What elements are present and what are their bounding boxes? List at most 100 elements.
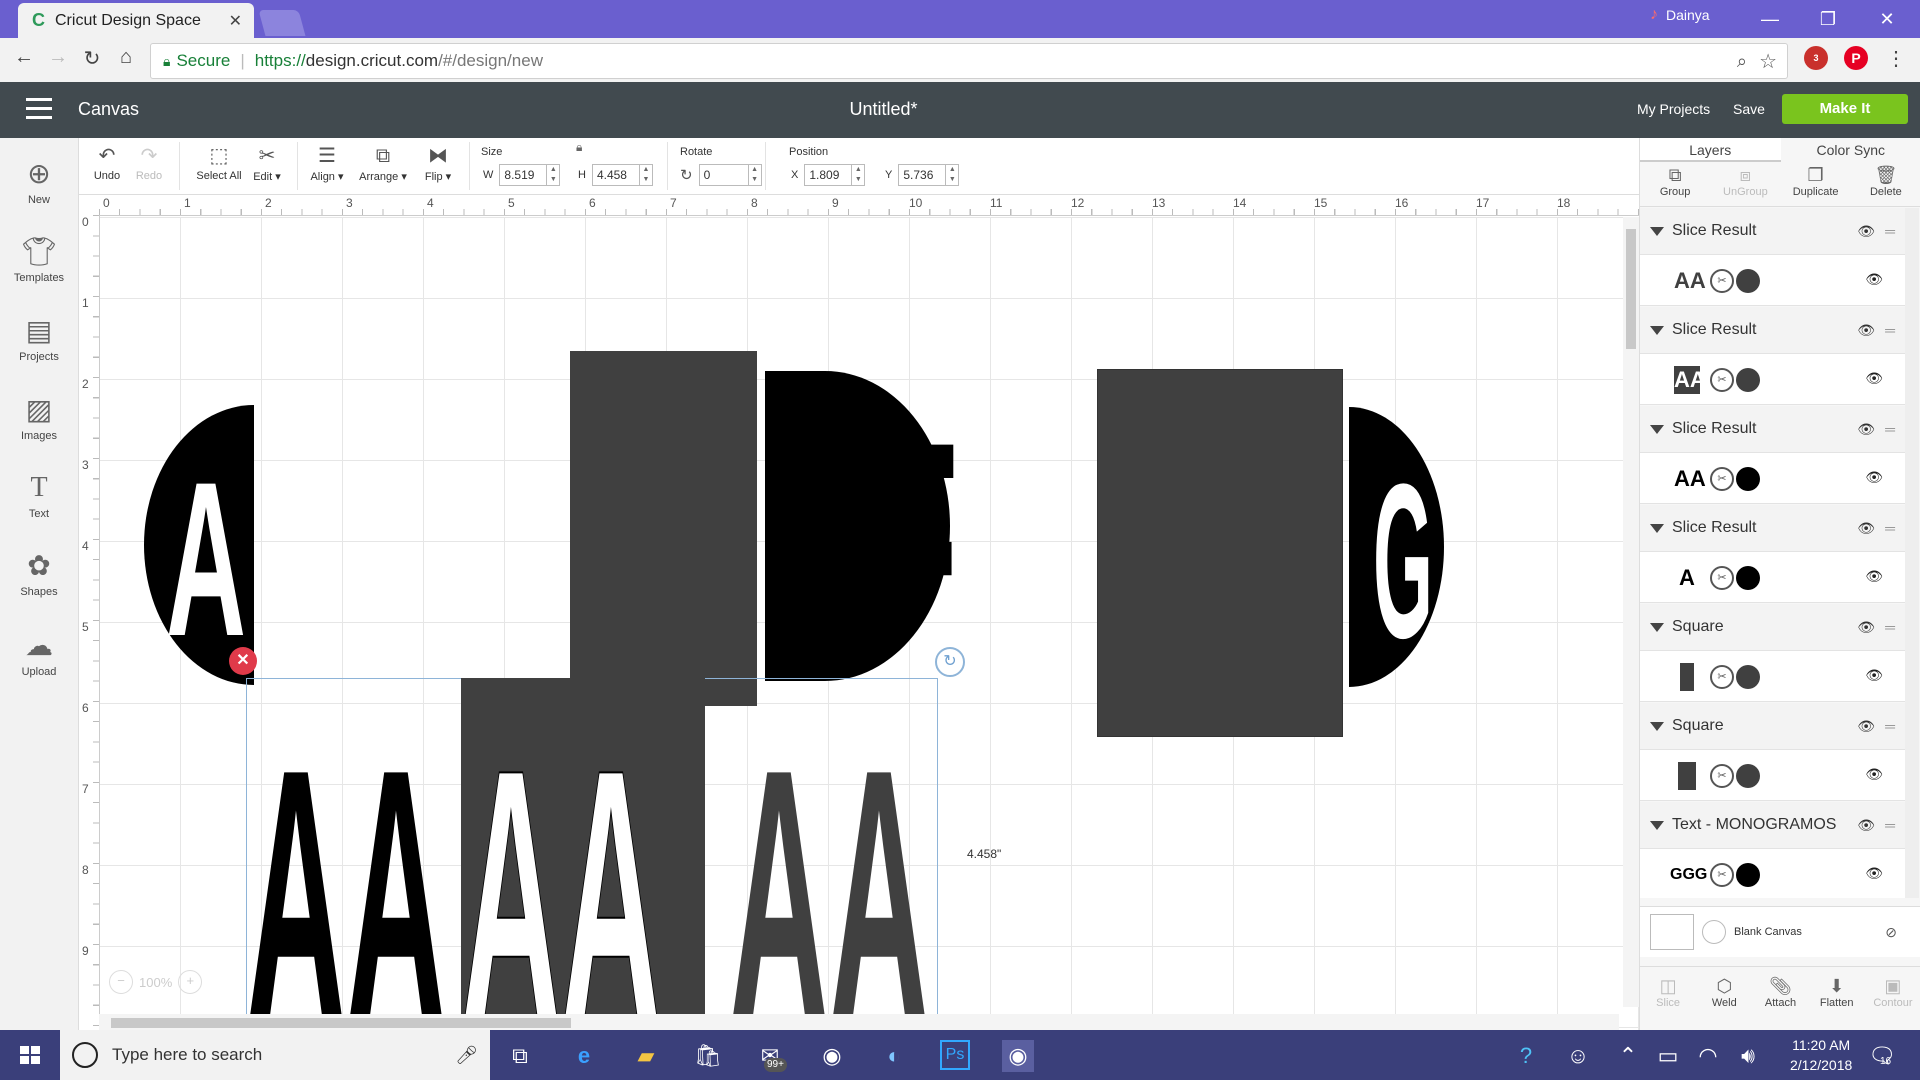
canvas-color-picker[interactable] (1702, 920, 1726, 944)
horizontal-scrollbar[interactable] (99, 1014, 1619, 1030)
square-shape[interactable] (1097, 369, 1343, 737)
new-tab-button[interactable] (259, 10, 306, 36)
group-button[interactable]: ⧉Group (1640, 164, 1710, 206)
bookmark-star-icon[interactable]: ☆ (1759, 49, 1777, 74)
x-input[interactable]: 1.809 (804, 164, 852, 186)
scissors-icon[interactable]: ✂ (1710, 368, 1734, 392)
adblock-extension-icon[interactable]: 3 (1804, 46, 1828, 70)
scissors-icon[interactable]: ✂ (1710, 467, 1734, 491)
eye-icon[interactable]: 👁︎ (1865, 568, 1883, 585)
design-canvas[interactable]: 0 1 2 3 4 5 6 7 8 9 10 11 12 13 14 15 16… (79, 195, 1639, 1030)
app-icon[interactable]: ◐ (878, 1040, 910, 1072)
x-stepper[interactable]: ▲▼ (852, 164, 865, 186)
drag-handle-icon[interactable]: ═ (1885, 520, 1895, 536)
duplicate-button[interactable]: ❐Duplicate (1781, 164, 1851, 206)
rotate-handle-icon[interactable]: ↻ (935, 647, 965, 677)
eye-icon[interactable]: 👁︎ (1865, 766, 1883, 783)
scrollbar-thumb[interactable] (111, 1018, 571, 1028)
flip-menu-button[interactable]: ⧓ Flip ▾ (417, 144, 459, 183)
eye-icon[interactable]: 👁︎ (1857, 520, 1875, 537)
wifi-icon[interactable]: ◠ (1692, 1040, 1724, 1072)
width-input[interactable]: 8.519 (499, 164, 547, 186)
microphone-icon[interactable]: 🎤︎ (455, 1045, 478, 1066)
layer-item[interactable]: Square👁︎═ ✂👁︎ (1640, 604, 1905, 702)
eye-icon[interactable]: 👁︎ (1857, 322, 1875, 339)
browser-menu-icon[interactable]: ⋮ (1882, 46, 1910, 71)
drag-handle-icon[interactable]: ═ (1885, 817, 1895, 833)
minimize-icon[interactable]: — (1745, 4, 1795, 34)
zoom-out-icon[interactable]: − (109, 970, 133, 994)
layer-item[interactable]: Slice Result👁︎═ AA✂👁︎ (1640, 406, 1905, 504)
save-button[interactable]: Save (1733, 101, 1765, 117)
blank-canvas-row[interactable]: Blank Canvas ⊘ (1640, 906, 1920, 957)
pinterest-extension-icon[interactable]: P (1844, 46, 1868, 70)
scissors-icon[interactable]: ✂ (1710, 566, 1734, 590)
notifications-icon[interactable]: 🗨︎ 16 (1866, 1040, 1898, 1072)
rotate-input[interactable]: 0 (699, 164, 749, 186)
layer-item[interactable]: Square👁︎═ ✂👁︎ (1640, 703, 1905, 801)
sidebar-item-projects[interactable]: ▤ Projects (0, 313, 78, 363)
photoshop-icon[interactable]: Ps (940, 1040, 970, 1070)
monogram-aa-white[interactable]: AA (461, 700, 671, 1030)
system-clock[interactable]: 11:20 AM 2/12/2018 (1790, 1035, 1852, 1075)
color-swatch[interactable] (1736, 566, 1760, 590)
back-icon[interactable]: ← (10, 46, 38, 69)
height-stepper[interactable]: ▲▼ (640, 164, 653, 186)
store-icon[interactable]: 🛍︎ (692, 1040, 724, 1072)
color-swatch[interactable] (1736, 764, 1760, 788)
color-swatch[interactable] (1736, 467, 1760, 491)
layer-item[interactable]: Slice Result👁︎═ AA✂👁︎ (1640, 208, 1905, 306)
mail-icon[interactable]: ✉ 99+ (754, 1040, 786, 1072)
monogram-aa-gray[interactable]: AA (729, 700, 939, 1030)
taskbar-search-input[interactable]: Type here to search 🎤︎ (60, 1030, 490, 1080)
scrollbar-thumb[interactable] (1626, 229, 1636, 349)
scissors-icon[interactable]: ✂ (1710, 269, 1734, 293)
profile-button[interactable]: ♪ Dainya (1650, 6, 1710, 24)
edge-browser-icon[interactable]: e (568, 1040, 600, 1072)
monogram-ff[interactable]: FF (765, 371, 1045, 681)
scissors-icon[interactable]: ✂ (1710, 665, 1734, 689)
flatten-button[interactable]: ⬇Flatten (1809, 967, 1865, 1029)
drag-handle-icon[interactable]: ═ (1885, 421, 1895, 437)
y-input[interactable]: 5.736 (898, 164, 946, 186)
vertical-scrollbar[interactable] (1623, 217, 1639, 1007)
eye-icon[interactable]: 👁︎ (1865, 271, 1883, 288)
attach-button[interactable]: 📎︎Attach (1752, 967, 1808, 1029)
eye-icon[interactable]: 👁︎ (1865, 370, 1883, 387)
color-swatch[interactable] (1736, 863, 1760, 887)
zoom-icon[interactable]: ⌕ (1737, 51, 1747, 72)
tab-layers[interactable]: Layers (1640, 138, 1781, 162)
eye-icon[interactable]: 👁︎ (1865, 865, 1883, 882)
edit-menu-button[interactable]: ✂ Edit ▾ (247, 144, 287, 183)
slice-button[interactable]: ◫Slice (1640, 967, 1696, 1029)
arrange-menu-button[interactable]: ⧉ Arrange ▾ (355, 144, 411, 183)
color-swatch[interactable] (1736, 269, 1760, 293)
file-explorer-icon[interactable]: ▰ (630, 1040, 662, 1072)
height-input[interactable]: 4.458 (592, 164, 640, 186)
volume-icon[interactable]: 🔊︎ (1732, 1040, 1764, 1072)
collapse-icon[interactable] (1650, 326, 1664, 335)
blank-canvas-swatch[interactable] (1650, 914, 1694, 950)
eye-icon[interactable]: 👁︎ (1857, 421, 1875, 438)
eye-icon[interactable]: 👁︎ (1857, 817, 1875, 834)
restore-icon[interactable]: ❐ (1803, 4, 1853, 34)
collapse-icon[interactable] (1650, 623, 1664, 632)
close-tab-icon[interactable]: ✕ (229, 11, 242, 31)
layer-item[interactable]: Slice Result👁︎═ AA✂👁︎ (1640, 307, 1905, 405)
people-icon[interactable]: ☺ (1562, 1040, 1594, 1072)
show-hidden-icons[interactable]: ⌃ (1612, 1040, 1644, 1072)
ungroup-button[interactable]: ⧈UnGroup (1710, 164, 1780, 206)
sidebar-item-templates[interactable]: 👕︎ Templates (0, 234, 78, 284)
align-menu-button[interactable]: ☰ Align ▾ (305, 144, 349, 183)
scissors-icon[interactable]: ✂ (1710, 863, 1734, 887)
eye-icon[interactable]: 👁︎ (1857, 718, 1875, 735)
monogram-aa-black[interactable]: AA (246, 700, 461, 1030)
monogram-a-left[interactable]: A (134, 405, 314, 685)
undo-button[interactable]: ↶ Undo (89, 144, 125, 182)
sidebar-item-images[interactable]: ▨ Images (0, 392, 78, 442)
drag-handle-icon[interactable]: ═ (1885, 619, 1895, 635)
drag-handle-icon[interactable]: ═ (1885, 322, 1895, 338)
sidebar-item-new[interactable]: ⊕ New (0, 156, 78, 206)
weld-button[interactable]: ⬡Weld (1696, 967, 1752, 1029)
close-window-icon[interactable]: ✕ (1862, 4, 1912, 34)
